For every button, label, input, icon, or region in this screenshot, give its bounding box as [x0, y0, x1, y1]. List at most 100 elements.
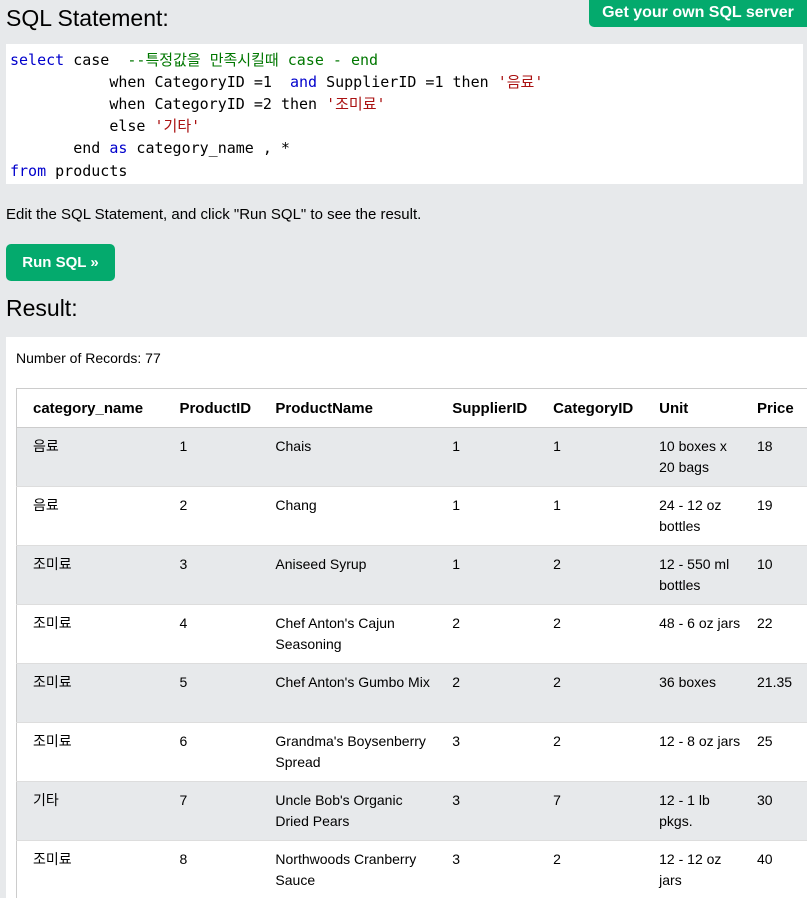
table-cell: 8 [171, 840, 268, 898]
table-header-row: category_name ProductID ProductName Supp… [16, 388, 807, 428]
table-cell: 음료 [16, 427, 172, 487]
table-cell: 조미료 [16, 722, 172, 782]
code-line-5: end as category_name , * [10, 137, 290, 159]
table-cell: 2 [545, 722, 652, 782]
column-header: ProductName [267, 388, 445, 428]
table-cell: 조미료 [16, 545, 172, 605]
table-cell: 30 [749, 781, 807, 841]
table-cell: Aniseed Syrup [267, 545, 445, 605]
table-cell: Northwoods Cranberry Sauce [267, 840, 445, 898]
table-cell: 3 [171, 545, 268, 605]
table-cell: 1 [545, 486, 652, 546]
table-cell: 12 - 8 oz jars [651, 722, 750, 782]
code-keyword: select [10, 51, 65, 69]
code-comment: --특정값을 만족시킬때 case - end [127, 51, 379, 69]
table-cell: 2 [545, 604, 652, 664]
code-keyword: end [73, 139, 101, 157]
sql-statement-heading: SQL Statement: [6, 5, 169, 31]
table-cell: 5 [171, 663, 268, 723]
table-cell: 2 [444, 604, 546, 664]
table-cell: 1 [171, 427, 268, 487]
column-header: Price [749, 388, 807, 428]
sql-editor[interactable]: select case --특정값을 만족시킬때 case - end when… [6, 44, 803, 184]
table-cell: 7 [545, 781, 652, 841]
code-keyword: else [109, 117, 146, 135]
table-cell: Chais [267, 427, 445, 487]
table-cell: 조미료 [16, 663, 172, 723]
table-cell: 음료 [16, 486, 172, 546]
code-text: products [46, 162, 128, 180]
get-sql-server-button[interactable]: Get your own SQL server [589, 0, 807, 27]
table-cell: 1 [444, 545, 546, 605]
result-heading: Result: [6, 295, 78, 321]
code-text: CategoryID =1 [145, 73, 290, 91]
table-cell: 기타 [16, 781, 172, 841]
table-cell: Uncle Bob's Organic Dried Pears [267, 781, 445, 841]
table-cell: 25 [749, 722, 807, 782]
table-cell: 4 [171, 604, 268, 664]
code-keyword: as [109, 139, 128, 157]
code-line-6: from products [10, 160, 127, 182]
table-cell: 21.35 [749, 663, 807, 723]
table-cell: 24 - 12 oz bottles [651, 486, 750, 546]
table-cell: Grandma's Boysenberry Spread [267, 722, 445, 782]
result-panel: Number of Records: 77 category_name Prod… [6, 337, 807, 898]
table-cell: 18 [749, 427, 807, 487]
table-cell: 1 [444, 427, 546, 487]
code-keyword: from [10, 162, 47, 180]
table-cell: 10 boxes x 20 bags [651, 427, 750, 487]
table-cell: 1 [545, 427, 652, 487]
table-cell: 2 [545, 545, 652, 605]
code-keyword: then [452, 73, 489, 91]
code-line-4: else '기타' [10, 115, 200, 137]
table-row: 조미료 8 Northwoods Cranberry Sauce 3 2 12 … [16, 840, 807, 898]
code-line-2: when CategoryID =1 and SupplierID =1 the… [10, 71, 543, 93]
table-row: 조미료 6 Grandma's Boysenberry Spread 3 2 1… [16, 722, 807, 782]
code-keyword: when [109, 73, 146, 91]
table-row: 조미료 4 Chef Anton's Cajun Seasoning 2 2 4… [16, 604, 807, 664]
table-cell: Chef Anton's Cajun Seasoning [267, 604, 445, 664]
code-string: '기타' [154, 117, 201, 135]
table-cell: 2 [444, 663, 546, 723]
code-keyword: then [280, 95, 318, 113]
code-string: '조미료' [326, 95, 386, 113]
code-string: '음료' [497, 73, 544, 91]
code-text: case [64, 51, 128, 69]
table-cell: Chang [267, 486, 445, 546]
code-line-3: when CategoryID =2 then '조미료' [10, 93, 386, 115]
table-cell: 3 [444, 722, 546, 782]
column-header: ProductID [171, 388, 268, 428]
table-cell: 2 [545, 663, 652, 723]
table-cell: Chef Anton's Gumbo Mix [267, 663, 445, 723]
code-text: category_name , * [127, 139, 290, 157]
table-cell: 22 [749, 604, 807, 664]
code-text: SupplierID =1 [317, 73, 453, 91]
table-cell: 19 [749, 486, 807, 546]
instruction-text: Edit the SQL Statement, and click "Run S… [6, 206, 422, 223]
table-row: 기타 7 Uncle Bob's Organic Dried Pears 3 7… [16, 781, 807, 841]
result-table: category_name ProductID ProductName Supp… [16, 388, 807, 898]
record-count: Number of Records: 77 [16, 350, 161, 366]
table-row: 조미료 3 Aniseed Syrup 1 2 12 - 550 ml bott… [16, 545, 807, 605]
code-text: CategoryID =2 [145, 95, 281, 113]
code-line-1: select case --특정값을 만족시킬때 case - end [10, 49, 378, 71]
table-cell: 3 [444, 840, 546, 898]
code-keyword: and [289, 73, 318, 91]
table-cell: 2 [545, 840, 652, 898]
table-row: 음료 1 Chais 1 1 10 boxes x 20 bags 18 [16, 427, 807, 487]
table-cell: 1 [444, 486, 546, 546]
column-header: Unit [651, 388, 750, 428]
table-cell: 10 [749, 545, 807, 605]
table-cell: 조미료 [16, 840, 172, 898]
table-cell: 7 [171, 781, 268, 841]
table-row: 음료 2 Chang 1 1 24 - 12 oz bottles 19 [16, 486, 807, 546]
table-cell: 12 - 550 ml bottles [651, 545, 750, 605]
table-cell: 36 boxes [651, 663, 750, 723]
run-sql-button[interactable]: Run SQL » [6, 244, 115, 281]
table-cell: 6 [171, 722, 268, 782]
column-header: SupplierID [444, 388, 546, 428]
table-cell: 3 [444, 781, 546, 841]
table-cell: 2 [171, 486, 268, 546]
table-cell: 40 [749, 840, 807, 898]
table-cell: 48 - 6 oz jars [651, 604, 750, 664]
